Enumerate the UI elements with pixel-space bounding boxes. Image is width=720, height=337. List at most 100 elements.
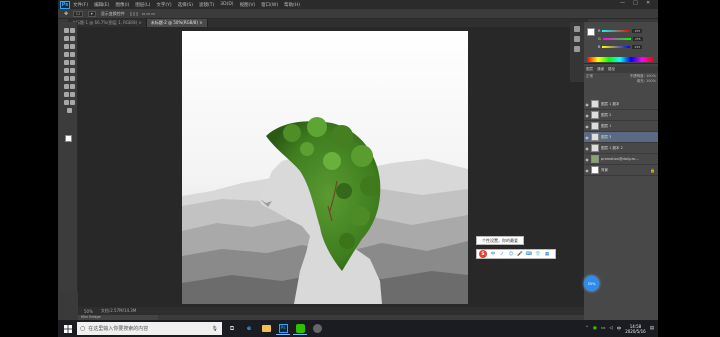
- visibility-eye-icon[interactable]: ◉: [584, 124, 590, 129]
- toolbox-icon[interactable]: ▦: [544, 251, 550, 257]
- close-button[interactable]: ✕: [646, 0, 650, 6]
- menu-layer[interactable]: 图层(L): [135, 2, 150, 8]
- auto-select-checkbox[interactable]: ☐: [73, 10, 83, 17]
- notification-icon[interactable]: ▤: [650, 326, 654, 331]
- layer-row[interactable]: ◉ 图层 1 副本 2: [584, 143, 658, 154]
- visibility-eye-icon[interactable]: ◉: [584, 157, 590, 162]
- menu-file[interactable]: 文件(F): [73, 2, 88, 8]
- menu-help[interactable]: 帮助(H): [284, 2, 300, 8]
- network-icon[interactable]: ▭: [601, 326, 605, 331]
- slider-green[interactable]: G 255: [598, 36, 656, 41]
- fill-field[interactable]: 填充: 100%: [637, 79, 656, 84]
- voice-input-icon[interactable]: 🎤: [517, 251, 523, 257]
- hand-tool-icon[interactable]: [64, 100, 69, 105]
- menu-view[interactable]: 视图(V): [240, 2, 256, 8]
- visibility-eye-icon[interactable]: ◉: [584, 113, 590, 118]
- properties-panel-icon[interactable]: [574, 36, 580, 42]
- lasso-tool-icon[interactable]: [64, 36, 69, 41]
- history-brush-tool-icon[interactable]: [70, 60, 75, 65]
- pen-tool-icon[interactable]: [64, 84, 69, 89]
- type-tool-icon[interactable]: [70, 84, 75, 89]
- marquee-tool-icon[interactable]: [70, 28, 75, 33]
- shape-tool-icon[interactable]: [70, 92, 75, 97]
- options-bar: ✥ ☐ ▾ 显示变换控件 ▯▯▯ ▭▭▭: [58, 9, 658, 19]
- align-buttons[interactable]: ▯▯▯ ▭▭▭: [130, 11, 156, 16]
- tab-channels[interactable]: 通道: [597, 67, 604, 72]
- visibility-eye-icon[interactable]: ◉: [584, 102, 590, 107]
- minimize-button[interactable]: —: [620, 0, 625, 6]
- tab-paths[interactable]: 路径: [608, 67, 615, 72]
- layer-row[interactable]: ◉ 背景 🔒: [584, 165, 658, 176]
- foreground-color-swatch[interactable]: [65, 135, 72, 142]
- layer-row-selected[interactable]: ◉ 图层 3: [584, 132, 658, 143]
- slider-red[interactable]: R 255: [598, 28, 656, 33]
- microphone-icon[interactable]: 🎙: [212, 326, 218, 332]
- visibility-eye-icon[interactable]: ◉: [584, 146, 590, 151]
- healing-brush-tool-icon[interactable]: [64, 52, 69, 57]
- keyboard-icon[interactable]: ⌨: [526, 251, 533, 257]
- visibility-eye-icon[interactable]: ◉: [584, 135, 590, 140]
- menu-window[interactable]: 窗口(W): [261, 2, 278, 8]
- tab-document-2[interactable]: 未标题-2 @ 50%(RGB/8) ×: [146, 19, 208, 27]
- history-panel-icon[interactable]: [574, 26, 580, 32]
- gradient-tool-icon[interactable]: [70, 68, 75, 73]
- zoom-tool-icon[interactable]: [70, 100, 75, 105]
- file-explorer-icon[interactable]: [259, 322, 273, 335]
- document-info[interactable]: 文档:2.57M/14.3M: [101, 308, 136, 314]
- task-view-icon[interactable]: ⧉: [225, 322, 239, 335]
- menu-select[interactable]: 选择(S): [178, 2, 193, 8]
- layer-row[interactable]: ◉ 图层 1 副本: [584, 99, 658, 110]
- wechat-tray-icon[interactable]: ●: [593, 326, 597, 331]
- quick-select-tool-icon[interactable]: [70, 36, 75, 41]
- chinese-mode-icon[interactable]: 中: [490, 251, 496, 257]
- character-panel-icon[interactable]: [574, 46, 580, 52]
- brush-tool-icon[interactable]: [70, 52, 75, 57]
- floating-assistant-ball[interactable]: 55%: [584, 276, 599, 291]
- crop-tool-icon[interactable]: [64, 44, 69, 49]
- layer-select-dropdown[interactable]: ▾: [87, 10, 96, 17]
- wechat-icon[interactable]: [293, 322, 307, 335]
- edge-browser-icon[interactable]: e: [242, 322, 256, 335]
- layer-row[interactable]: ◉ promotion@daily.ac...: [584, 154, 658, 165]
- layer-row[interactable]: ◉ 图层 2: [584, 110, 658, 121]
- emoji-icon[interactable]: ☺: [508, 251, 514, 257]
- menu-image[interactable]: 图像(I): [115, 2, 129, 8]
- volume-icon[interactable]: ◁: [609, 326, 612, 331]
- color-panel-foreground-swatch[interactable]: [587, 28, 595, 36]
- eyedropper-tool-icon[interactable]: [70, 44, 75, 49]
- clock[interactable]: 14:58 2020/5/16: [625, 324, 646, 334]
- menu-type[interactable]: 文字(Y): [156, 2, 171, 8]
- menu-edit[interactable]: 编辑(E): [94, 2, 109, 8]
- maximize-button[interactable]: □: [633, 0, 638, 6]
- show-transform-controls-label[interactable]: 显示变换控件: [101, 11, 125, 17]
- dodge-tool-icon[interactable]: [70, 76, 75, 81]
- tray-arrow-icon[interactable]: ⌃: [585, 326, 589, 331]
- visibility-eye-icon[interactable]: ◉: [584, 168, 590, 173]
- blend-mode-select[interactable]: 正常: [586, 74, 593, 79]
- document-canvas[interactable]: [182, 31, 468, 304]
- sogou-logo-icon[interactable]: S: [479, 250, 487, 258]
- photoshop-taskbar-icon[interactable]: Ps: [276, 322, 290, 335]
- path-select-tool-icon[interactable]: [64, 92, 69, 97]
- color-spectrum[interactable]: [587, 57, 653, 62]
- app-avatar-icon[interactable]: [310, 322, 324, 335]
- skin-icon[interactable]: 👕: [535, 251, 541, 257]
- move-tool-icon[interactable]: ✥: [64, 11, 68, 17]
- menu-3d[interactable]: 3D(D): [220, 2, 233, 7]
- blur-tool-icon[interactable]: [64, 76, 69, 81]
- clone-stamp-tool-icon[interactable]: [64, 60, 69, 65]
- start-button[interactable]: [62, 320, 74, 337]
- punctuation-icon[interactable]: ノ: [499, 251, 505, 257]
- slider-blue[interactable]: B 255: [598, 44, 656, 49]
- tab-document-1[interactable]: 未标题-1 @ 66.7%(图层 1, RGB/8) ×: [68, 19, 147, 27]
- ime-language-indicator[interactable]: 中: [617, 326, 622, 332]
- move-tool-icon[interactable]: [64, 28, 69, 33]
- menu-filter[interactable]: 滤镜(T): [199, 2, 214, 8]
- tab-layers[interactable]: 图层: [586, 67, 593, 72]
- zoom-level[interactable]: 50%: [84, 309, 93, 314]
- eraser-tool-icon[interactable]: [64, 68, 69, 73]
- layer-row[interactable]: ◉ 图层 1: [584, 121, 658, 132]
- layer-thumbnail: [591, 144, 599, 152]
- taskbar-search-box[interactable]: ○ 在这里输入你要搜索的内容 🎙: [77, 322, 222, 335]
- more-tools-icon[interactable]: [67, 108, 72, 113]
